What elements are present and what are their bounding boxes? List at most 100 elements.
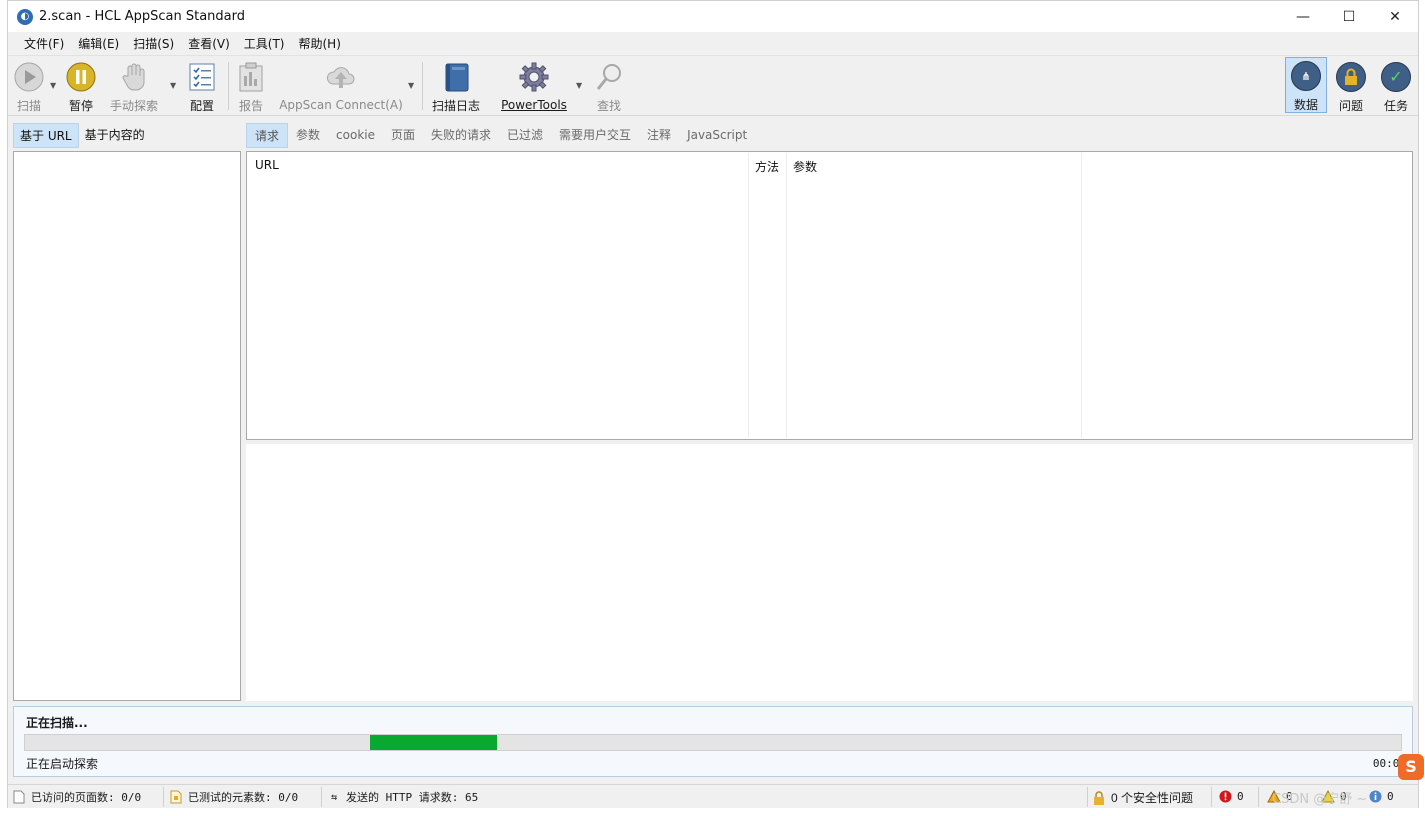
find-button[interactable]: 查找 xyxy=(592,58,626,114)
toolbar-divider xyxy=(422,62,423,110)
hand-icon xyxy=(118,61,150,92)
toolbar: 扫描 ▼ 暂停 手动探索 ▼ 配置 报告 AppScan Connect(A) … xyxy=(8,56,1418,116)
security-issues-text: 0 个安全性问题 xyxy=(1111,791,1194,805)
maximize-button[interactable]: ☐ xyxy=(1326,1,1372,32)
powertools-button[interactable]: PowerTools xyxy=(498,58,570,114)
toolbar-divider xyxy=(228,62,229,110)
progress-bar-fill xyxy=(370,735,497,750)
issues-view-label: 问题 xyxy=(1338,99,1363,113)
menu-file[interactable]: 文件(F) xyxy=(17,32,71,56)
visited-pages-status: 已访问的页面数: 0/0 xyxy=(12,789,141,805)
checkmark-icon: ✓ xyxy=(1380,61,1412,92)
column-divider xyxy=(748,153,749,438)
column-header-method[interactable]: 方法 xyxy=(755,158,779,175)
menu-bar: 文件(F) 编辑(E) 扫描(S) 查看(V) 工具(T) 帮助(H) xyxy=(8,32,1418,56)
menu-tools[interactable]: 工具(T) xyxy=(237,32,292,56)
tab-parameters[interactable]: 参数 xyxy=(288,123,328,148)
security-issues-status: 0 个安全性问题 xyxy=(1092,789,1193,806)
left-view-tabs: 基于 URL 基于内容的 xyxy=(13,123,151,148)
manual-explore-dropdown-icon[interactable]: ▼ xyxy=(170,81,176,90)
info-severity-count: 0 xyxy=(1387,789,1394,803)
http-requests-text: 发送的 HTTP 请求数: 65 xyxy=(346,791,479,804)
report-icon xyxy=(235,61,267,92)
status-divider xyxy=(321,787,322,807)
appscan-logo-icon: ◐ xyxy=(17,8,33,25)
requests-table[interactable]: URL 方法 参数 xyxy=(246,151,1413,440)
visited-pages-text: 已访问的页面数: 0/0 xyxy=(31,791,142,804)
close-button[interactable]: ✕ xyxy=(1372,1,1418,32)
request-detail-pane xyxy=(246,444,1413,701)
info-severity-icon xyxy=(1368,789,1382,803)
status-bar: 已访问的页面数: 0/0 已测试的元素数: 0/0 ⇆ 发送的 HTTP 请求数… xyxy=(8,784,1418,808)
report-label: 报告 xyxy=(238,99,263,113)
appscan-connect-label: AppScan Connect(A) xyxy=(279,98,403,112)
tab-cookie[interactable]: cookie xyxy=(328,123,383,148)
high-severity-status: 0 xyxy=(1218,789,1244,803)
progress-bar xyxy=(24,734,1402,751)
sogou-ime-icon[interactable]: S xyxy=(1398,754,1424,780)
tab-content-based[interactable]: 基于内容的 xyxy=(79,123,151,148)
scan-dropdown-icon[interactable]: ▼ xyxy=(50,81,56,90)
tab-filtered[interactable]: 已过滤 xyxy=(499,123,551,148)
status-divider xyxy=(1211,787,1212,807)
status-divider xyxy=(1087,787,1088,807)
status-divider xyxy=(1258,787,1259,807)
data-tabs: 请求 参数 cookie 页面 失败的请求 已过滤 需要用户交互 注释 Java… xyxy=(246,123,755,148)
pause-label: 暂停 xyxy=(68,99,93,113)
tested-page-icon xyxy=(169,790,183,804)
tested-elements-status: 已测试的元素数: 0/0 xyxy=(169,789,298,805)
app-window: ◐ 2.scan - HCL AppScan Standard — ☐ ✕ 文件… xyxy=(7,0,1419,808)
tab-javascript[interactable]: JavaScript xyxy=(679,123,755,148)
tab-comments[interactable]: 注释 xyxy=(639,123,679,148)
http-requests-status: ⇆ 发送的 HTTP 请求数: 65 xyxy=(327,789,478,805)
column-divider xyxy=(1081,153,1082,438)
scan-button[interactable]: 扫描 xyxy=(12,58,46,114)
column-header-url[interactable]: URL xyxy=(255,158,279,172)
powertools-dropdown-icon[interactable]: ▼ xyxy=(576,81,582,90)
scan-log-button[interactable]: 扫描日志 xyxy=(430,58,482,114)
tab-failed-requests[interactable]: 失败的请求 xyxy=(423,123,499,148)
csdn-watermark: CSDN @宁舒 ~ xyxy=(1272,792,1368,807)
page-icon xyxy=(12,790,26,804)
appscan-connect-button[interactable]: AppScan Connect(A) xyxy=(279,58,403,114)
app-tree-panel[interactable] xyxy=(13,151,241,701)
tasks-view-label: 任务 xyxy=(1383,99,1408,113)
tasks-view-button[interactable]: ✓ 任务 xyxy=(1375,58,1417,114)
progress-title: 正在扫描... xyxy=(26,716,88,730)
data-view-button[interactable]: ⋔ 数据 xyxy=(1285,57,1327,113)
transfer-arrows-icon: ⇆ xyxy=(330,791,338,803)
scan-progress-panel: 正在扫描... 正在启动探索 00:02 xyxy=(13,706,1413,777)
column-header-params[interactable]: 参数 xyxy=(793,158,817,175)
minimize-button[interactable]: — xyxy=(1280,1,1326,32)
config-label: 配置 xyxy=(189,99,214,113)
tested-elements-text: 已测试的元素数: 0/0 xyxy=(188,791,299,804)
status-divider xyxy=(163,787,164,807)
progress-status: 正在启动探索 xyxy=(26,757,99,771)
tab-requests[interactable]: 请求 xyxy=(246,123,289,148)
notebook-icon xyxy=(440,61,472,92)
gear-icon xyxy=(518,61,550,93)
powertools-label: PowerTools xyxy=(501,98,567,112)
data-view-label: 数据 xyxy=(1293,98,1318,112)
tab-url-based[interactable]: 基于 URL xyxy=(13,123,79,148)
menu-view[interactable]: 查看(V) xyxy=(181,32,237,56)
high-severity-icon xyxy=(1218,789,1232,803)
manual-explore-button[interactable]: 手动探索 xyxy=(108,58,160,114)
scan-log-label: 扫描日志 xyxy=(431,99,480,113)
issues-view-button[interactable]: 问题 xyxy=(1330,58,1372,114)
appscan-connect-dropdown-icon[interactable]: ▼ xyxy=(408,81,414,90)
high-severity-count: 0 xyxy=(1237,789,1244,803)
window-title: 2.scan - HCL AppScan Standard xyxy=(39,9,245,24)
config-button[interactable]: 配置 xyxy=(185,58,219,114)
title-bar: ◐ 2.scan - HCL AppScan Standard — ☐ ✕ xyxy=(8,1,1418,32)
lock-icon xyxy=(1335,61,1367,92)
pause-button[interactable]: 暂停 xyxy=(64,58,98,114)
report-button[interactable]: 报告 xyxy=(234,58,268,114)
tab-user-interaction[interactable]: 需要用户交互 xyxy=(551,123,639,148)
menu-edit[interactable]: 编辑(E) xyxy=(71,32,126,56)
menu-help[interactable]: 帮助(H) xyxy=(292,32,348,56)
menu-scan[interactable]: 扫描(S) xyxy=(126,32,181,56)
manual-explore-label: 手动探索 xyxy=(109,99,158,113)
tab-pages[interactable]: 页面 xyxy=(383,123,423,148)
magnifier-icon xyxy=(593,61,625,92)
